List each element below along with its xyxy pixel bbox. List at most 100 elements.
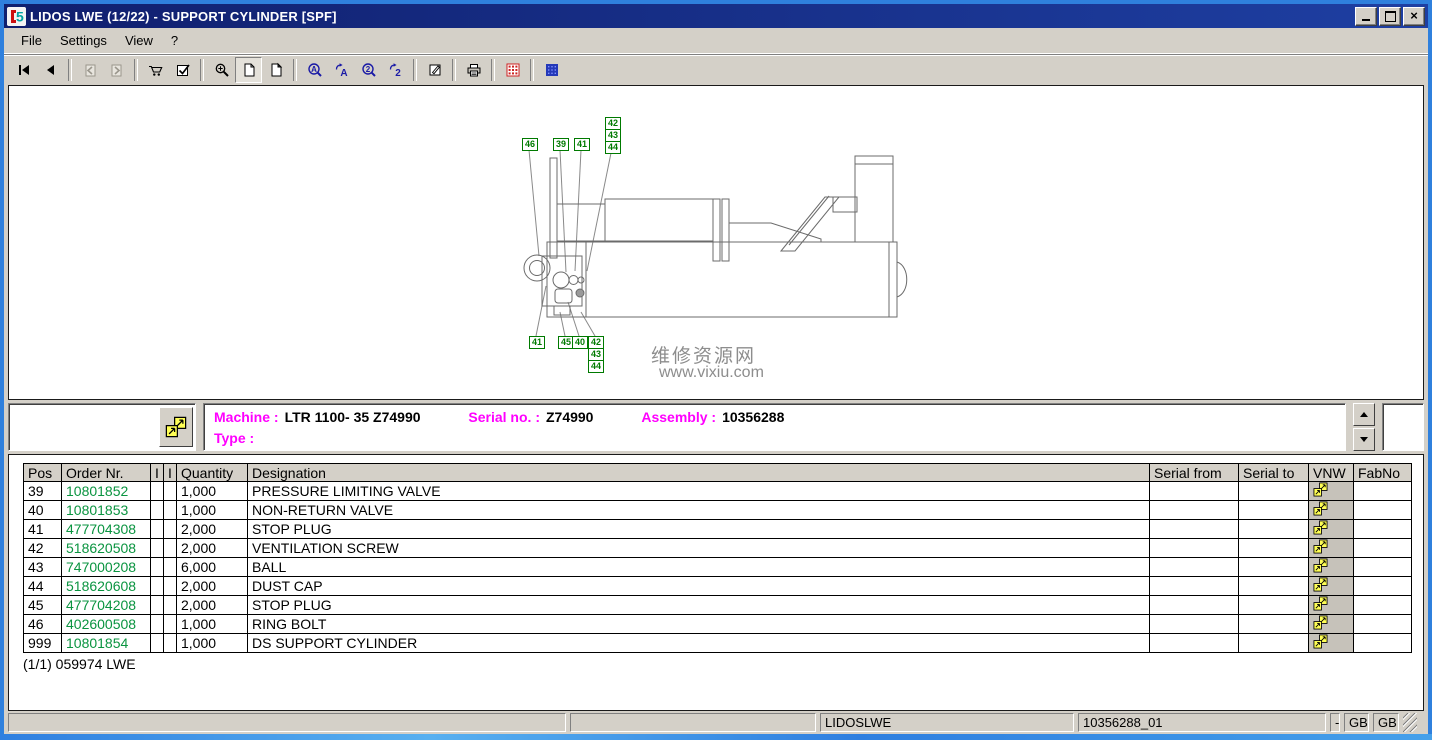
link-jump-icon[interactable]	[1313, 577, 1328, 592]
cell-i	[164, 634, 177, 653]
vnw-cell[interactable]	[1309, 558, 1354, 577]
vnw-cell[interactable]	[1309, 482, 1354, 501]
page-footer: (1/1) 059974 LWE	[23, 656, 1423, 672]
scroll-down-button[interactable]	[1353, 428, 1375, 451]
find-next-text-icon[interactable]: A	[328, 57, 355, 83]
cell-order[interactable]: 10801852	[62, 482, 151, 501]
cart-icon[interactable]	[142, 57, 169, 83]
header-serial-from[interactable]: Serial from	[1150, 464, 1239, 482]
link-jump-icon[interactable]	[1313, 501, 1328, 516]
cell-sf	[1150, 539, 1239, 558]
previous-page-icon[interactable]	[37, 57, 64, 83]
vnw-cell[interactable]	[1309, 539, 1354, 558]
table-row[interactable]: 445186206082,000DUST CAP	[24, 577, 1412, 596]
toolbar-separator	[491, 59, 495, 81]
toolbar-separator	[413, 59, 417, 81]
cell-st	[1239, 596, 1309, 615]
titlebar[interactable]: 5 LIDOS LWE (12/22) - SUPPORT CYLINDER […	[4, 4, 1428, 28]
link-jump-icon[interactable]	[1313, 539, 1328, 554]
cell-i	[164, 596, 177, 615]
part-callout[interactable]: 39	[553, 138, 569, 151]
parts-table-panel: Pos Order Nr. I I Quantity Designation S…	[8, 454, 1424, 711]
find-next-number-icon[interactable]: 2	[382, 57, 409, 83]
resize-grip[interactable]	[1403, 713, 1417, 732]
vnw-cell[interactable]	[1309, 615, 1354, 634]
zoom-icon[interactable]	[208, 57, 235, 83]
close-button[interactable]: ×	[1403, 7, 1425, 26]
link-jump-icon[interactable]	[1313, 558, 1328, 573]
minimize-button[interactable]	[1355, 7, 1377, 26]
link-jump-icon[interactable]	[1313, 482, 1328, 497]
find-text-icon[interactable]: A	[301, 57, 328, 83]
cell-order[interactable]: 402600508	[62, 615, 151, 634]
link-jump-icon[interactable]	[1313, 634, 1328, 649]
part-callout[interactable]: 41	[574, 138, 590, 151]
cell-des: NON-RETURN VALVE	[248, 501, 1150, 520]
table-row[interactable]: 999108018541,000DS SUPPORT CYLINDER	[24, 634, 1412, 653]
part-callout[interactable]: 44	[588, 360, 604, 373]
part-callout[interactable]: 44	[605, 141, 621, 154]
vnw-cell[interactable]	[1309, 634, 1354, 653]
grid-blue-icon[interactable]	[538, 57, 565, 83]
print-icon[interactable]	[460, 57, 487, 83]
cell-order[interactable]: 477704308	[62, 520, 151, 539]
header-i1[interactable]: I	[151, 464, 164, 482]
first-page-icon[interactable]	[10, 57, 37, 83]
table-row[interactable]: 464026005081,000RING BOLT	[24, 615, 1412, 634]
part-callout[interactable]: 41	[529, 336, 545, 349]
notes-icon[interactable]	[421, 57, 448, 83]
link-jump-icon[interactable]	[1313, 596, 1328, 611]
status-panel: GB	[1373, 713, 1399, 732]
header-i2[interactable]: I	[164, 464, 177, 482]
cell-sf	[1150, 634, 1239, 653]
part-callout[interactable]: 46	[522, 138, 538, 151]
menu-file[interactable]: File	[12, 31, 51, 50]
table-row[interactable]: 39108018521,000PRESSURE LIMITING VALVE	[24, 482, 1412, 501]
link-jump-icon[interactable]	[1313, 520, 1328, 535]
order-checklist-icon[interactable]	[169, 57, 196, 83]
header-quantity[interactable]: Quantity	[177, 464, 248, 482]
header-order-nr[interactable]: Order Nr.	[62, 464, 151, 482]
menu-view[interactable]: View	[116, 31, 162, 50]
cell-qty: 1,000	[177, 615, 248, 634]
cell-pos: 42	[24, 539, 62, 558]
cell-fab	[1354, 615, 1412, 634]
link-jump-icon[interactable]	[1313, 615, 1328, 630]
vnw-cell[interactable]	[1309, 501, 1354, 520]
serial-value: Z74990	[546, 409, 593, 425]
menu-settings[interactable]: Settings	[51, 31, 116, 50]
svg-text:2: 2	[365, 65, 370, 74]
maximize-button[interactable]	[1379, 7, 1401, 26]
cell-order[interactable]: 10801853	[62, 501, 151, 520]
page-view-alt-icon[interactable]	[262, 57, 289, 83]
header-designation[interactable]: Designation	[248, 464, 1150, 482]
header-pos[interactable]: Pos	[24, 464, 62, 482]
toolbar-separator	[134, 59, 138, 81]
table-row[interactable]: 437470002086,000BALL	[24, 558, 1412, 577]
table-row[interactable]: 40108018531,000NON-RETURN VALVE	[24, 501, 1412, 520]
cell-order[interactable]: 518620608	[62, 577, 151, 596]
vnw-cell[interactable]	[1309, 520, 1354, 539]
page-view-icon[interactable]	[235, 57, 262, 83]
cell-des: RING BOLT	[248, 615, 1150, 634]
vnw-cell[interactable]	[1309, 596, 1354, 615]
book-forward-icon	[103, 57, 130, 83]
toolbar-separator	[530, 59, 534, 81]
cell-order[interactable]: 747000208	[62, 558, 151, 577]
scroll-up-button[interactable]	[1353, 403, 1375, 426]
part-callout[interactable]: 40	[572, 336, 588, 349]
grid-red-icon[interactable]	[499, 57, 526, 83]
header-serial-to[interactable]: Serial to	[1239, 464, 1309, 482]
vnw-cell[interactable]	[1309, 577, 1354, 596]
menu-help[interactable]: ?	[162, 31, 187, 50]
header-vnw[interactable]: VNW	[1309, 464, 1354, 482]
swap-view-button[interactable]	[159, 407, 193, 447]
cell-order[interactable]: 518620508	[62, 539, 151, 558]
header-fabno[interactable]: FabNo	[1354, 464, 1412, 482]
table-row[interactable]: 425186205082,000VENTILATION SCREW	[24, 539, 1412, 558]
find-number-icon[interactable]: 2	[355, 57, 382, 83]
cell-order[interactable]: 10801854	[62, 634, 151, 653]
table-row[interactable]: 454777042082,000STOP PLUG	[24, 596, 1412, 615]
cell-order[interactable]: 477704208	[62, 596, 151, 615]
table-row[interactable]: 414777043082,000STOP PLUG	[24, 520, 1412, 539]
